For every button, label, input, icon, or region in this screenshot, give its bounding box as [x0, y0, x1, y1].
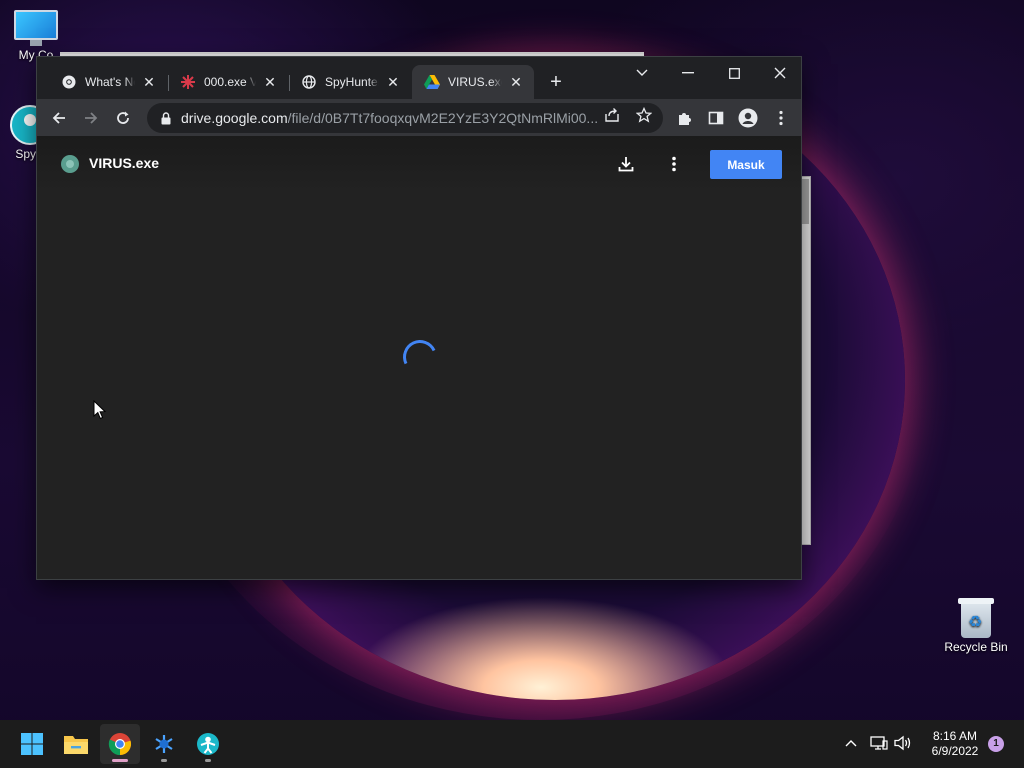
virus-site-icon [180, 74, 196, 90]
chrome-icon [108, 733, 132, 756]
file-type-icon [61, 155, 79, 173]
chevron-up-icon [845, 740, 857, 747]
reload-button[interactable] [109, 104, 137, 132]
globe-icon [301, 74, 317, 90]
network-button[interactable] [868, 732, 890, 754]
download-button[interactable] [614, 152, 638, 176]
start-icon [21, 733, 43, 755]
taskbar-spyhunter[interactable] [188, 724, 228, 764]
new-tab-button[interactable]: + [545, 71, 567, 93]
tab-search-button[interactable] [619, 59, 665, 87]
scrollbar-thumb[interactable] [802, 179, 809, 224]
download-icon [618, 157, 634, 172]
side-panel-button[interactable] [702, 104, 730, 132]
desktop-icon-recycle-bin[interactable]: ♻ Recycle Bin [940, 596, 1012, 654]
running-indicator [112, 759, 128, 762]
volume-button[interactable] [892, 732, 914, 754]
start-button[interactable] [12, 724, 52, 764]
system-clock[interactable]: 8:16 AM 6/9/2022 [920, 729, 990, 759]
computer-icon [14, 10, 58, 46]
more-actions-button[interactable] [662, 152, 686, 176]
arrow-right-icon [85, 112, 98, 124]
sign-in-button[interactable]: Masuk [710, 150, 782, 179]
tab-000exe[interactable]: 000.exe Virus ✕ [168, 65, 288, 99]
chrome-menu-button[interactable] [767, 104, 795, 132]
clock-date: 6/9/2022 [931, 744, 979, 758]
browser-window: What's New ✕ 000.exe Virus ✕ SpyHunter ✕… [36, 56, 802, 580]
running-indicator [161, 759, 167, 762]
forward-button[interactable] [77, 104, 105, 132]
file-name: VIRUS.exe [89, 155, 160, 171]
minimize-icon [682, 72, 694, 74]
drive-file-viewer: VIRUS.exe Masuk [37, 136, 801, 579]
share-icon [605, 108, 619, 122]
address-bar[interactable]: drive.google.com /file/d/0B7Tt7fooqxqvM2… [147, 103, 663, 133]
file-explorer-icon [64, 736, 88, 754]
star-icon [636, 107, 652, 123]
tab-close-icon[interactable]: ✕ [508, 74, 524, 90]
back-button[interactable] [45, 104, 73, 132]
more-vert-icon [779, 110, 783, 126]
running-indicator [205, 759, 211, 762]
chrome-icon [61, 74, 77, 90]
reload-icon [117, 111, 129, 124]
tab-close-icon[interactable]: ✕ [141, 74, 157, 90]
spyhunter-icon [197, 733, 219, 755]
extensions-button[interactable] [671, 104, 699, 132]
profile-icon [738, 108, 758, 128]
mouse-cursor-icon [93, 400, 107, 420]
volume-icon [894, 735, 911, 751]
taskbar-malware-app[interactable] [144, 724, 184, 764]
minimize-button[interactable] [665, 59, 711, 87]
notification-badge[interactable]: 1 [988, 736, 1004, 752]
tab-whats-new[interactable]: What's New ✕ [49, 65, 167, 99]
maximize-button[interactable] [711, 59, 757, 87]
viewer-header: VIRUS.exe Masuk [37, 136, 801, 192]
more-vert-icon [672, 156, 676, 172]
close-icon [774, 67, 786, 79]
taskbar-chrome[interactable] [100, 724, 140, 764]
tab-title: 000.exe Virus [204, 75, 256, 89]
recycle-bin-icon: ♻ [958, 596, 994, 638]
taskbar-file-explorer[interactable] [56, 724, 96, 764]
profile-button[interactable] [734, 104, 762, 132]
url-host: drive.google.com [181, 110, 288, 126]
tab-spyhunter[interactable]: SpyHunter ✕ [289, 65, 411, 99]
browser-toolbar: drive.google.com /file/d/0B7Tt7fooqxqvM2… [37, 99, 801, 136]
network-icon [870, 736, 888, 750]
tab-title: VIRUS.exe [448, 75, 502, 89]
url-path: /file/d/0B7Tt7fooqxqvM2E2YzE3Y2QtNmRlMi0… [287, 110, 599, 126]
taskbar: 8:16 AM 6/9/2022 1 [0, 720, 1024, 768]
desktop-icon-label: Recycle Bin [944, 640, 1008, 654]
malware-app-icon [155, 735, 173, 753]
share-button[interactable] [600, 103, 624, 127]
tab-virus-exe[interactable]: VIRUS.exe ✕ [412, 65, 534, 99]
side-panel-icon [708, 111, 724, 125]
tab-title: What's New [85, 75, 135, 89]
lock-icon[interactable] [161, 111, 171, 125]
tab-title: SpyHunter [325, 75, 379, 89]
loading-spinner-icon [398, 335, 442, 379]
puzzle-icon [679, 113, 691, 125]
chevron-down-icon [636, 69, 648, 76]
tab-close-icon[interactable]: ✕ [385, 74, 401, 90]
maximize-icon [728, 67, 740, 79]
show-hidden-icons-button[interactable] [840, 732, 862, 754]
close-window-button[interactable] [757, 59, 803, 87]
tab-strip: What's New ✕ 000.exe Virus ✕ SpyHunter ✕… [37, 57, 801, 99]
google-drive-icon [424, 74, 440, 90]
arrow-left-icon [52, 112, 65, 124]
clock-time: 8:16 AM [932, 729, 978, 743]
tab-close-icon[interactable]: ✕ [262, 74, 278, 90]
bookmark-button[interactable] [632, 103, 656, 127]
